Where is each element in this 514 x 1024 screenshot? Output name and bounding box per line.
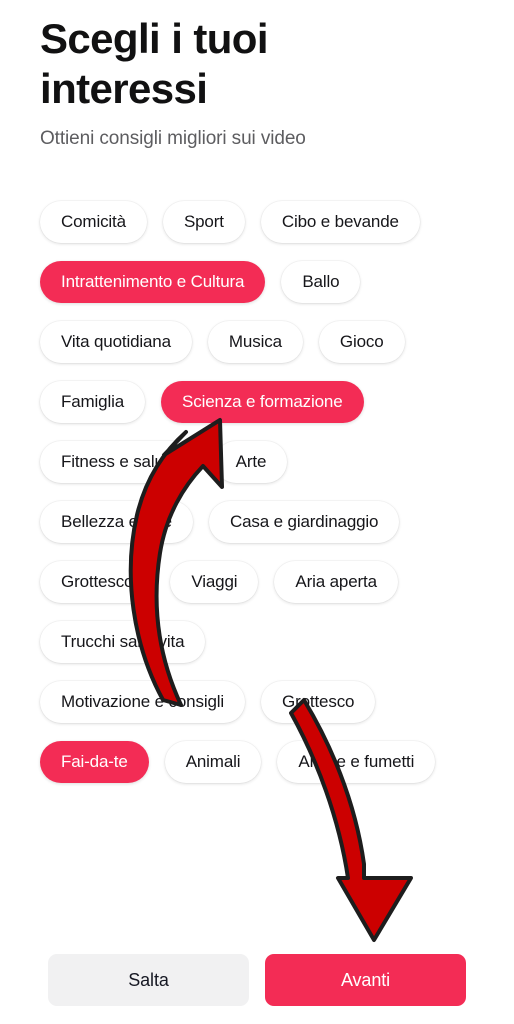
page-subtitle: Ottieni consigli migliori sui video — [40, 128, 306, 150]
interest-chip-row: Trucchi salvavita — [40, 620, 480, 664]
page-title: Scegli i tuoi interessi — [40, 15, 269, 112]
interest-chip-row: Vita quotidiana Musica Gioco — [40, 320, 480, 364]
skip-button[interactable]: Salta — [48, 954, 249, 1006]
interest-chip[interactable]: Arte — [214, 441, 288, 483]
interest-chip[interactable]: Trucchi salvavita — [40, 621, 206, 663]
interest-chip[interactable]: Scienza e formazione — [161, 381, 364, 423]
interest-chip[interactable]: Anime e fumetti — [277, 741, 436, 783]
interest-chip[interactable]: Fai-da-te — [40, 741, 149, 783]
interest-chip[interactable]: Famiglia — [40, 381, 146, 423]
interest-chip-row: Fai-da-te Animali Anime e fumetti — [40, 740, 480, 784]
interest-chip[interactable]: Cibo e bevande — [260, 201, 420, 243]
interest-chip-row: Bellezza e stile Casa e giardinaggio — [40, 500, 480, 544]
interest-chip-row: Fitness e salute Arte — [40, 440, 480, 484]
interest-chip[interactable]: Ballo — [281, 261, 361, 303]
interest-chip[interactable]: Casa e giardinaggio — [209, 501, 400, 543]
interest-chip[interactable]: Grottesco — [40, 561, 155, 603]
interest-chip[interactable]: Bellezza e stile — [40, 501, 193, 543]
header: Scegli i tuoi interessi Ottieni consigli… — [40, 14, 460, 151]
interest-chip-row: Famiglia Scienza e formazione — [40, 380, 480, 424]
interest-chip-row: Grottesco Viaggi Aria aperta — [40, 560, 480, 604]
next-button[interactable]: Avanti — [265, 954, 466, 1006]
interest-chip[interactable]: Motivazione e consigli — [40, 681, 246, 723]
interest-chip-row: Motivazione e consigli Grottesco — [40, 680, 480, 724]
interest-chip[interactable]: Fitness e salute — [40, 441, 199, 483]
interest-chip[interactable]: Aria aperta — [274, 561, 398, 603]
footer-actions: Salta Avanti — [48, 954, 466, 1006]
interest-chip[interactable]: Gioco — [318, 321, 405, 363]
interest-chip[interactable]: Comicità — [40, 201, 147, 243]
interest-chip-list: Comicità Sport Cibo e bevande Intrattenimen… — [40, 200, 480, 800]
interest-chip[interactable]: Sport — [162, 201, 245, 243]
interest-selection-screen: Scegli i tuoi interessi Ottieni consigli… — [0, 0, 514, 1024]
interest-chip-row: Intrattenimento e Cultura Ballo — [40, 260, 480, 304]
interest-chip[interactable]: Intrattenimento e Cultura — [40, 261, 266, 303]
interest-chip[interactable]: Grottesco — [261, 681, 376, 723]
interest-chip[interactable]: Animali — [164, 741, 262, 783]
interest-chip[interactable]: Musica — [207, 321, 303, 363]
interest-chip[interactable]: Viaggi — [170, 561, 259, 603]
interest-chip[interactable]: Vita quotidiana — [40, 321, 192, 363]
interest-chip-row: Comicità Sport Cibo e bevande — [40, 200, 480, 244]
